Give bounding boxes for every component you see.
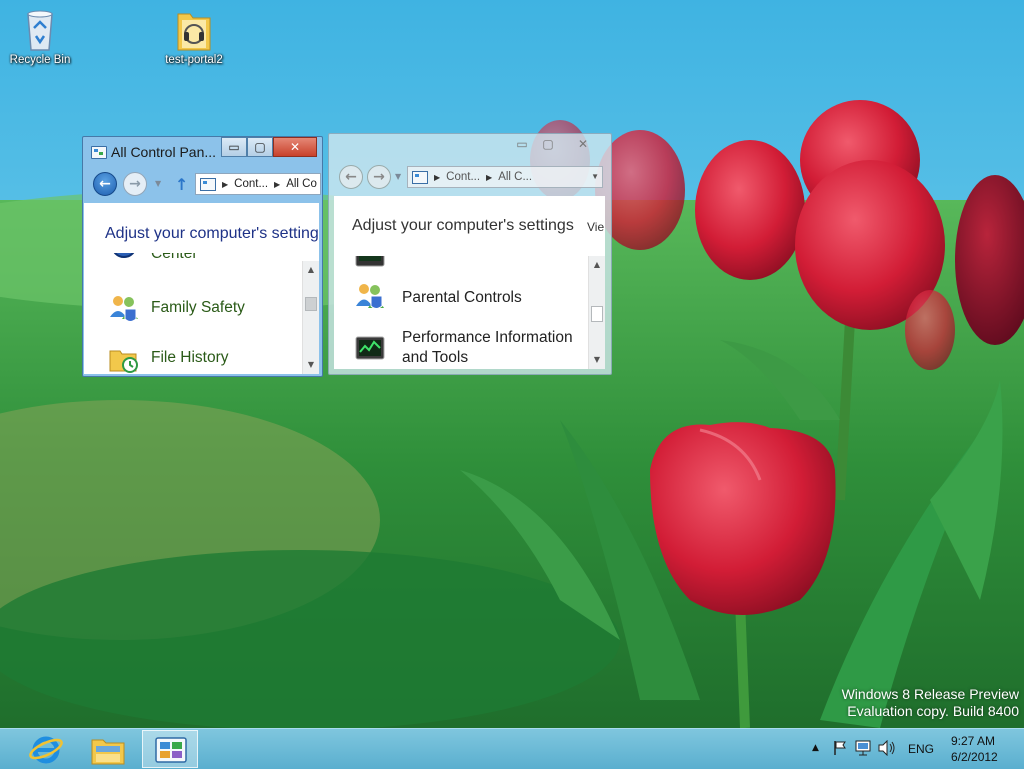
breadcrumb-separator: ▶ — [222, 179, 229, 189]
breadcrumb-separator: ▶ — [434, 172, 441, 182]
vertical-scrollbar[interactable]: ▲ ▼ — [302, 261, 319, 374]
network-icon[interactable] — [855, 740, 871, 756]
breadcrumb-control-panel[interactable]: Cont... — [234, 178, 268, 190]
scroll-up-button[interactable]: ▲ — [589, 256, 605, 272]
desktop-icon-label: Recycle Bin — [9, 54, 71, 66]
list-item-parental-controls[interactable]: Parental Controls — [334, 280, 585, 320]
taskbar-button-file-explorer[interactable] — [80, 730, 136, 768]
item-label: Center — [151, 253, 198, 262]
up-button[interactable]: ↑ — [175, 175, 188, 194]
folder-icon — [174, 6, 214, 52]
control-panel-icon — [200, 177, 216, 191]
family-safety-icon — [108, 293, 140, 325]
breadcrumb-control-panel[interactable]: Cont... — [446, 171, 480, 183]
clock-time[interactable]: 9:27 AM — [951, 734, 995, 748]
list-item-performance-information[interactable]: Performance Information and Tools — [334, 328, 585, 369]
breadcrumb-separator: ▶ — [486, 172, 493, 182]
scroll-up-button[interactable]: ▲ — [303, 261, 319, 277]
control-panel-item-list: Parental Controls Performance Informatio… — [334, 256, 585, 369]
vertical-scrollbar[interactable]: ▲ ▼ — [588, 256, 605, 369]
file-history-icon — [108, 343, 140, 374]
list-item-partial[interactable] — [334, 256, 585, 278]
evaluation-watermark: Windows 8 Release Preview Evaluation cop… — [842, 686, 1019, 720]
page-heading: Adjust your computer's settings — [352, 217, 574, 234]
list-item-file-history[interactable]: File History — [84, 339, 299, 374]
desktop-icon-label: test-portal2 — [165, 54, 223, 66]
scroll-down-button[interactable]: ▼ — [303, 356, 319, 372]
control-panel-icon — [155, 737, 187, 763]
address-bar[interactable]: ▶ Cont... ▶ All C... ▼ — [407, 166, 603, 188]
window-content: Adjust your computer's settings Vie Pare… — [334, 196, 605, 369]
forward-button[interactable]: → — [123, 172, 147, 196]
scroll-down-button[interactable]: ▼ — [589, 351, 605, 367]
taskbar: ▲ ENG 9:27 AM 6/2/2012 — [0, 728, 1024, 769]
action-center-icon — [108, 253, 140, 261]
navigation-bar: ← → ▼ ▶ Cont... ▶ All C... ▼ — [337, 162, 611, 192]
control-panel-icon — [91, 146, 107, 159]
file-explorer-icon — [91, 739, 125, 765]
language-indicator[interactable]: ENG — [908, 742, 934, 756]
breadcrumb-all-items[interactable]: All Co — [286, 178, 317, 190]
recycle-bin-icon — [20, 6, 60, 52]
title-bar[interactable]: ▭ ▢ ✕ — [329, 134, 611, 162]
navigation-bar: ← → ▼ ↑ ▶ Cont... ▶ All Co — [91, 169, 322, 199]
window-title: All Control Pan... — [111, 144, 217, 160]
page-heading: Adjust your computer's setting — [105, 225, 319, 242]
watermark-line2: Evaluation copy. Build 8400 — [847, 703, 1019, 719]
action-center-flag-icon[interactable] — [832, 740, 848, 756]
item-label: Parental Controls — [402, 289, 522, 306]
scroll-thumb[interactable] — [591, 306, 603, 322]
clock-date[interactable]: 6/2/2012 — [951, 750, 998, 764]
minimize-button[interactable]: ▭ — [509, 134, 535, 154]
control-panel-window-left[interactable]: All Control Pan... ▭ ▢ ✕ ← → ▼ ↑ ▶ Cont.… — [82, 136, 323, 377]
performance-info-icon — [354, 332, 386, 364]
parental-controls-icon — [354, 280, 386, 312]
volume-icon[interactable] — [878, 740, 896, 756]
forward-button[interactable]: → — [367, 165, 391, 189]
address-dropdown-button[interactable]: ▼ — [591, 172, 599, 181]
control-panel-item-list: Center Family Safety File History — [84, 253, 299, 374]
watermark-line1: Windows 8 Release Preview — [841, 686, 1019, 702]
recent-locations-button[interactable]: ▼ — [155, 179, 161, 188]
minimize-button[interactable]: ▭ — [221, 137, 247, 157]
back-button[interactable]: ← — [339, 165, 363, 189]
breadcrumb-all-items[interactable]: All C... — [498, 171, 532, 183]
window-content: Adjust your computer's setting Center Fa… — [84, 203, 319, 374]
taskbar-button-control-panel[interactable] — [142, 730, 198, 768]
list-item-action-center[interactable]: Center — [84, 253, 299, 291]
item-label-line2: and Tools — [402, 349, 469, 366]
show-hidden-icons-button[interactable]: ▲ — [812, 743, 819, 753]
view-by-label[interactable]: Vie — [587, 220, 604, 234]
internet-explorer-icon — [29, 736, 63, 764]
control-panel-icon — [412, 170, 428, 184]
close-button[interactable]: ✕ — [561, 134, 605, 154]
breadcrumb-separator: ▶ — [274, 179, 281, 189]
taskbar-button-internet-explorer[interactable] — [18, 730, 74, 768]
recent-locations-button[interactable]: ▼ — [395, 172, 401, 181]
desktop-icon-test-portal2[interactable]: test-portal2 — [156, 6, 232, 66]
scroll-thumb[interactable] — [305, 297, 317, 311]
maximize-button[interactable]: ▢ — [247, 137, 273, 157]
item-label-line1: Performance Information — [402, 329, 573, 346]
desktop-icon-recycle-bin[interactable]: Recycle Bin — [2, 6, 78, 66]
performance-monitor-icon — [354, 256, 386, 270]
close-button[interactable]: ✕ — [273, 137, 317, 157]
item-label: Family Safety — [151, 299, 245, 316]
list-item-family-safety[interactable]: Family Safety — [84, 289, 299, 329]
address-bar[interactable]: ▶ Cont... ▶ All Co — [195, 173, 321, 195]
item-label: File History — [151, 349, 229, 366]
title-bar[interactable]: All Control Pan... ▭ ▢ ✕ — [83, 137, 322, 165]
content-header: Adjust your computer's settings Vie — [334, 196, 605, 254]
back-button[interactable]: ← — [93, 172, 117, 196]
maximize-button[interactable]: ▢ — [535, 134, 561, 154]
control-panel-window-right[interactable]: ▭ ▢ ✕ ← → ▼ ▶ Cont... ▶ All C... ▼ Adjus… — [328, 133, 612, 375]
